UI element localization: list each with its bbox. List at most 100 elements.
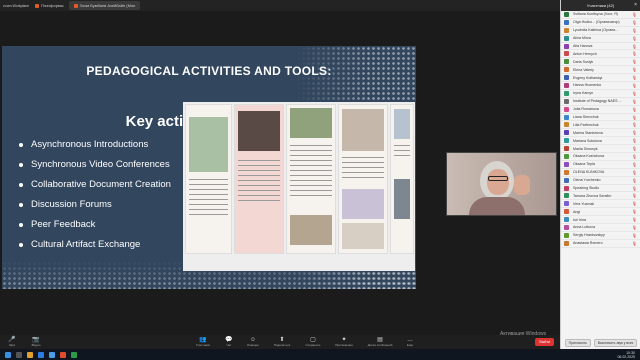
system-clock[interactable]: 10:30 06.02.2025 (617, 351, 640, 359)
avatar (564, 185, 569, 191)
participant-name: Lyudmila Kalinina (Органи... (573, 28, 619, 33)
participant-row[interactable]: Olga Hudko... (Организатор) 🎙 (561, 19, 640, 27)
participant-name: Mariia Simonyk (573, 146, 598, 151)
muted-mic-icon: 🎙 (631, 217, 638, 223)
participant-row[interactable]: Mariia Simonyk 🎙 (561, 145, 640, 154)
participant-row[interactable]: Elena Valeriy 🎙 (561, 66, 640, 75)
start-icon[interactable] (5, 351, 11, 358)
participant-list: Svitlana Kunitsyna (Хост, Я) 🎙 Olga Hudko.… (561, 11, 640, 248)
app-icon[interactable] (60, 351, 66, 358)
share-button[interactable]: ⬆ Поделиться (266, 337, 298, 347)
muted-mic-icon: 🎙 (631, 130, 638, 136)
participant-row[interactable]: Svitlana Kunitsyna (Хост, Я) 🎙 (561, 11, 640, 19)
participant-row[interactable]: Liana Shevchuk 🎙 (561, 114, 640, 122)
more-button[interactable]: … Ещё (400, 337, 420, 347)
muted-mic-icon: 🎙 (631, 161, 638, 167)
participant-row[interactable]: Speaking Studio 🎙 (561, 185, 640, 193)
reactions-button[interactable]: ☺ Реакции (240, 337, 266, 347)
participant-row[interactable]: Alla Hanova 🎙 (561, 43, 640, 51)
muted-mic-icon: 🎙 (631, 232, 638, 238)
tab-meeting[interactable]: Зоом Бумбаев Азейбайн (Мон (68, 1, 141, 10)
whiteboard-button[interactable]: ▤ Доска сообщений (360, 337, 400, 347)
participant-row[interactable]: Iryna Kamyn 🎙 (561, 90, 640, 98)
avatar (564, 224, 569, 230)
avatar (564, 138, 569, 144)
participant-row[interactable]: Hanna Hromenko 🎙 (561, 82, 640, 90)
participant-row[interactable]: Angi 🎙 (561, 208, 640, 217)
leave-button[interactable]: Выйти (535, 338, 554, 346)
participant-row[interactable]: Mariana Sokolova 🎙 (561, 137, 640, 146)
participant-name: Speaking Studio (573, 186, 600, 191)
participant-name: Tamara Zhovna Serafim (573, 193, 612, 198)
chat-button[interactable]: 💬 Чат (218, 337, 240, 347)
avatar (564, 232, 569, 238)
muted-mic-icon: 🎙 (631, 90, 638, 96)
browser-icon[interactable] (38, 351, 44, 358)
participant-name: Svitlana Kunitsyna (Хост, Я) (573, 12, 618, 17)
close-icon[interactable]: × (634, 2, 637, 8)
participant-row[interactable]: OLENA KUNIKOVA 🎙 (561, 169, 640, 177)
avatar (564, 146, 569, 152)
participant-row[interactable]: Anton Hernych 🎙 (561, 50, 640, 59)
participant-row[interactable]: Alina Mirza 🎙 (561, 35, 640, 43)
audio-button[interactable]: 🎤 Звук (0, 337, 24, 347)
muted-mic-icon: 🎙 (631, 153, 638, 159)
muted-mic-icon: 🎙 (631, 114, 638, 120)
invite-button[interactable]: Пригласить (564, 339, 591, 347)
participant-video[interactable] (446, 152, 557, 216)
avatar (564, 153, 569, 159)
apps-button[interactable]: ✦ Приложения (328, 337, 360, 347)
video-button[interactable]: 📷 Видео (24, 337, 48, 347)
participant-name: Olena Yurchenko (573, 178, 601, 183)
participant-row[interactable]: Oksana Kushchova 🎙 (561, 153, 640, 161)
participant-row[interactable]: Lilia Parfenchuk 🎙 (561, 121, 640, 130)
collage-tile (286, 104, 336, 254)
participant-name: Sergiy Hrankovskyy (573, 233, 605, 238)
participant-row[interactable]: Tamara Zhovna Serafim 🎙 (561, 192, 640, 201)
mute-all-button[interactable]: Выключить звук у всех (593, 339, 638, 347)
participants-panel: Участники (42) × Svitlana Kunitsyna (Хос… (560, 0, 640, 349)
participant-row[interactable]: Evgeny Kotliarskyi 🎙 (561, 74, 640, 83)
participant-name: Anna Lutkova (573, 225, 595, 230)
participant-row[interactable]: Oksana Tepla 🎙 (561, 161, 640, 169)
muted-mic-icon: 🎙 (631, 59, 638, 65)
tab-platforms[interactable]: Платформы (30, 1, 69, 10)
participant-name: OLENA KUNIKOVA (573, 170, 605, 175)
participant-row[interactable]: Institute of Pedagogy NAES ... 🎙 (561, 98, 640, 106)
zoom-icon[interactable] (49, 351, 55, 358)
participant-name: Iryna Kamyn (573, 91, 594, 96)
participant-row[interactable]: Anastasia Romero 🎙 (561, 240, 640, 248)
participant-row[interactable]: Olena Yurchenko 🎙 (561, 177, 640, 185)
participant-row[interactable]: Daria Suslyk 🎙 (561, 58, 640, 67)
avatar (564, 169, 569, 175)
participant-row[interactable]: Lyudmila Kalinina (Органи... 🎙 (561, 27, 640, 35)
screenshot-collage (183, 102, 415, 271)
slide-bullet-list: Asynchronous Introductions Synchronous V… (19, 135, 171, 255)
participant-name: Alla Hanova (573, 44, 593, 48)
search-icon[interactable] (16, 351, 22, 358)
participant-name: Anton Hernych (573, 51, 597, 56)
avatar (564, 106, 569, 112)
panel-title: Участники (42) (586, 3, 615, 8)
participant-row[interactable]: Sergiy Hrankovskyy 🎙 (561, 232, 640, 240)
participant-name: Vera Yuzmak (573, 201, 595, 206)
avatar (564, 19, 569, 25)
muted-mic-icon: 🎙 (631, 19, 638, 25)
muted-mic-icon: 🎙 (631, 185, 638, 191)
participant-row[interactable]: Julia Romanova 🎙 (561, 106, 640, 114)
app-icon[interactable] (71, 351, 77, 358)
panel-footer: Пригласить Выключить звук у всех (561, 339, 640, 347)
participant-row[interactable]: Marina Stanisheva 🎙 (561, 129, 640, 138)
bullet-dot-icon (19, 143, 23, 147)
folder-icon[interactable] (27, 351, 33, 358)
participant-row[interactable]: Iuri Irina 🎙 (561, 216, 640, 225)
participant-row[interactable]: Vera Yuzmak 🎙 (561, 200, 640, 209)
muted-mic-icon: 🎙 (631, 169, 638, 175)
participants-button[interactable]: 👥 Участники (188, 337, 218, 347)
bullet-dot-icon (19, 203, 23, 207)
save-button[interactable]: ▢ Сохранить (298, 337, 328, 347)
avatar (564, 82, 569, 88)
participant-row[interactable]: Anna Lutkova 🎙 (561, 224, 640, 232)
participant-name: Olga Hudko... (Организатор) (573, 20, 620, 25)
avatar (564, 35, 569, 41)
